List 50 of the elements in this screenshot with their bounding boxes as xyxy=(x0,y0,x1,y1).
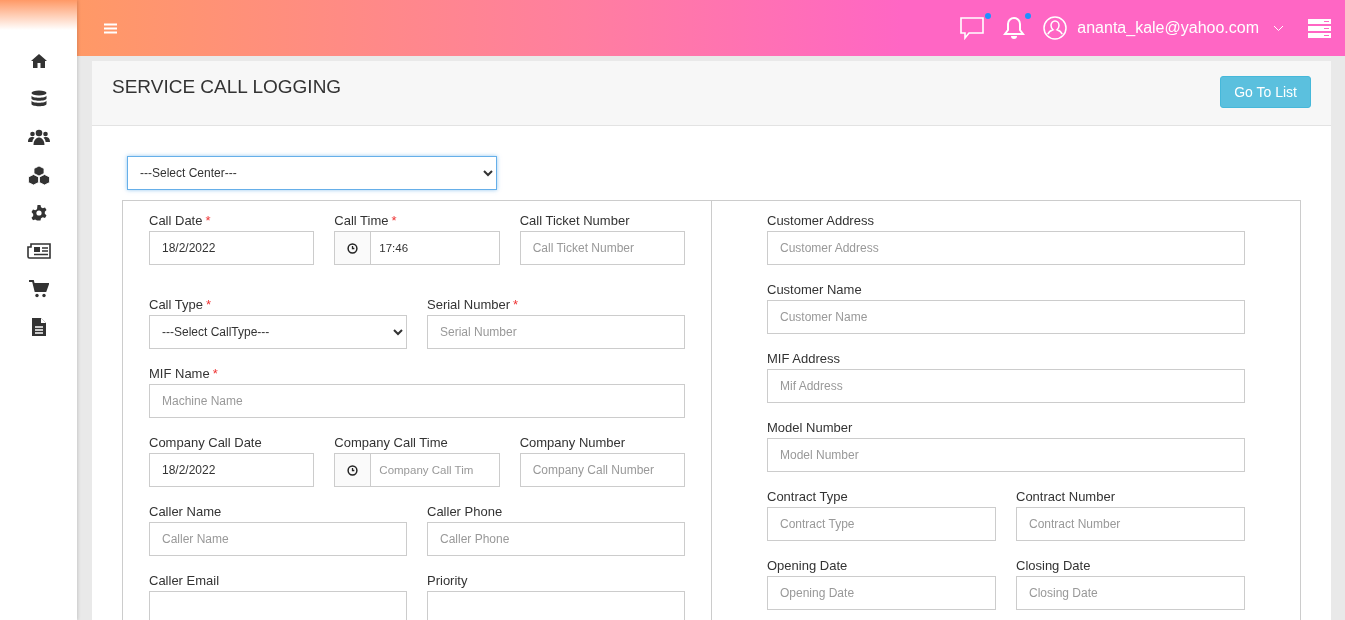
user-icon[interactable] xyxy=(1043,16,1068,40)
input-field[interactable]: Company Call Number xyxy=(519,453,685,487)
chevron-down-icon[interactable] xyxy=(1273,24,1284,32)
field-label: Opening Date xyxy=(767,558,849,573)
input-field[interactable]: Customer Name xyxy=(767,300,1245,334)
center-dropdown[interactable]: ---Select Center--- xyxy=(127,156,497,190)
field-label: Closing Date xyxy=(1016,558,1092,573)
field-label: Customer Name xyxy=(767,282,863,297)
field-label: Contract Number xyxy=(1016,489,1116,504)
clock-icon xyxy=(334,453,371,487)
input-field[interactable]: Contract Number xyxy=(1016,507,1245,541)
field-label: Call Type * xyxy=(149,297,213,312)
field-label: Serial Number * xyxy=(427,297,520,312)
input-field[interactable]: Opening Date xyxy=(767,576,996,610)
field-label: Company Number xyxy=(519,435,627,450)
field-label: Company Call Date xyxy=(149,435,263,450)
input-field[interactable]: Serial Number xyxy=(427,315,685,349)
input-field[interactable]: Caller Name xyxy=(149,522,407,556)
field-label: Caller Name xyxy=(149,504,223,519)
field-label: Model Number xyxy=(767,420,854,435)
page-title: SERVICE CALL LOGGING xyxy=(112,76,342,98)
field-label: Call Date * xyxy=(149,213,212,228)
input-field[interactable]: Customer Address xyxy=(767,231,1245,265)
clock-icon xyxy=(334,231,371,265)
field-label: Caller Email xyxy=(149,573,221,588)
input-field[interactable]: 18/2/2022 xyxy=(149,231,315,265)
field-label: MIF Address xyxy=(767,351,841,366)
field-label: Contract Type xyxy=(767,489,849,504)
time-field[interactable]: 17:46 xyxy=(370,231,500,265)
field-label: MIF Name * xyxy=(149,366,219,381)
field-label: Customer Address xyxy=(767,213,875,228)
field-label: Call Ticket Number xyxy=(519,213,631,228)
input-field[interactable]: 18/2/2022 xyxy=(149,453,315,487)
input-field[interactable] xyxy=(427,591,685,620)
input-field[interactable]: Contract Type xyxy=(767,507,996,541)
server-icon[interactable] xyxy=(1308,18,1331,38)
bell-icon[interactable] xyxy=(1003,16,1026,40)
input-field[interactable]: Model Number xyxy=(767,438,1245,472)
field-label: Call Time * xyxy=(334,213,398,228)
field-label: Company Call Time xyxy=(334,435,449,450)
input-field[interactable] xyxy=(149,591,407,620)
field-label: Priority xyxy=(427,573,469,588)
dropdown[interactable]: ---Select CallType--- xyxy=(149,315,407,349)
input-field[interactable]: Closing Date xyxy=(1016,576,1245,610)
input-field[interactable]: Machine Name xyxy=(149,384,685,418)
input-field[interactable]: Call Ticket Number xyxy=(519,231,685,265)
input-field[interactable]: Caller Phone xyxy=(427,522,685,556)
field-label: Caller Phone xyxy=(427,504,504,519)
time-field[interactable]: Company Call Tim xyxy=(370,453,500,487)
input-field[interactable]: Mif Address xyxy=(767,369,1245,403)
